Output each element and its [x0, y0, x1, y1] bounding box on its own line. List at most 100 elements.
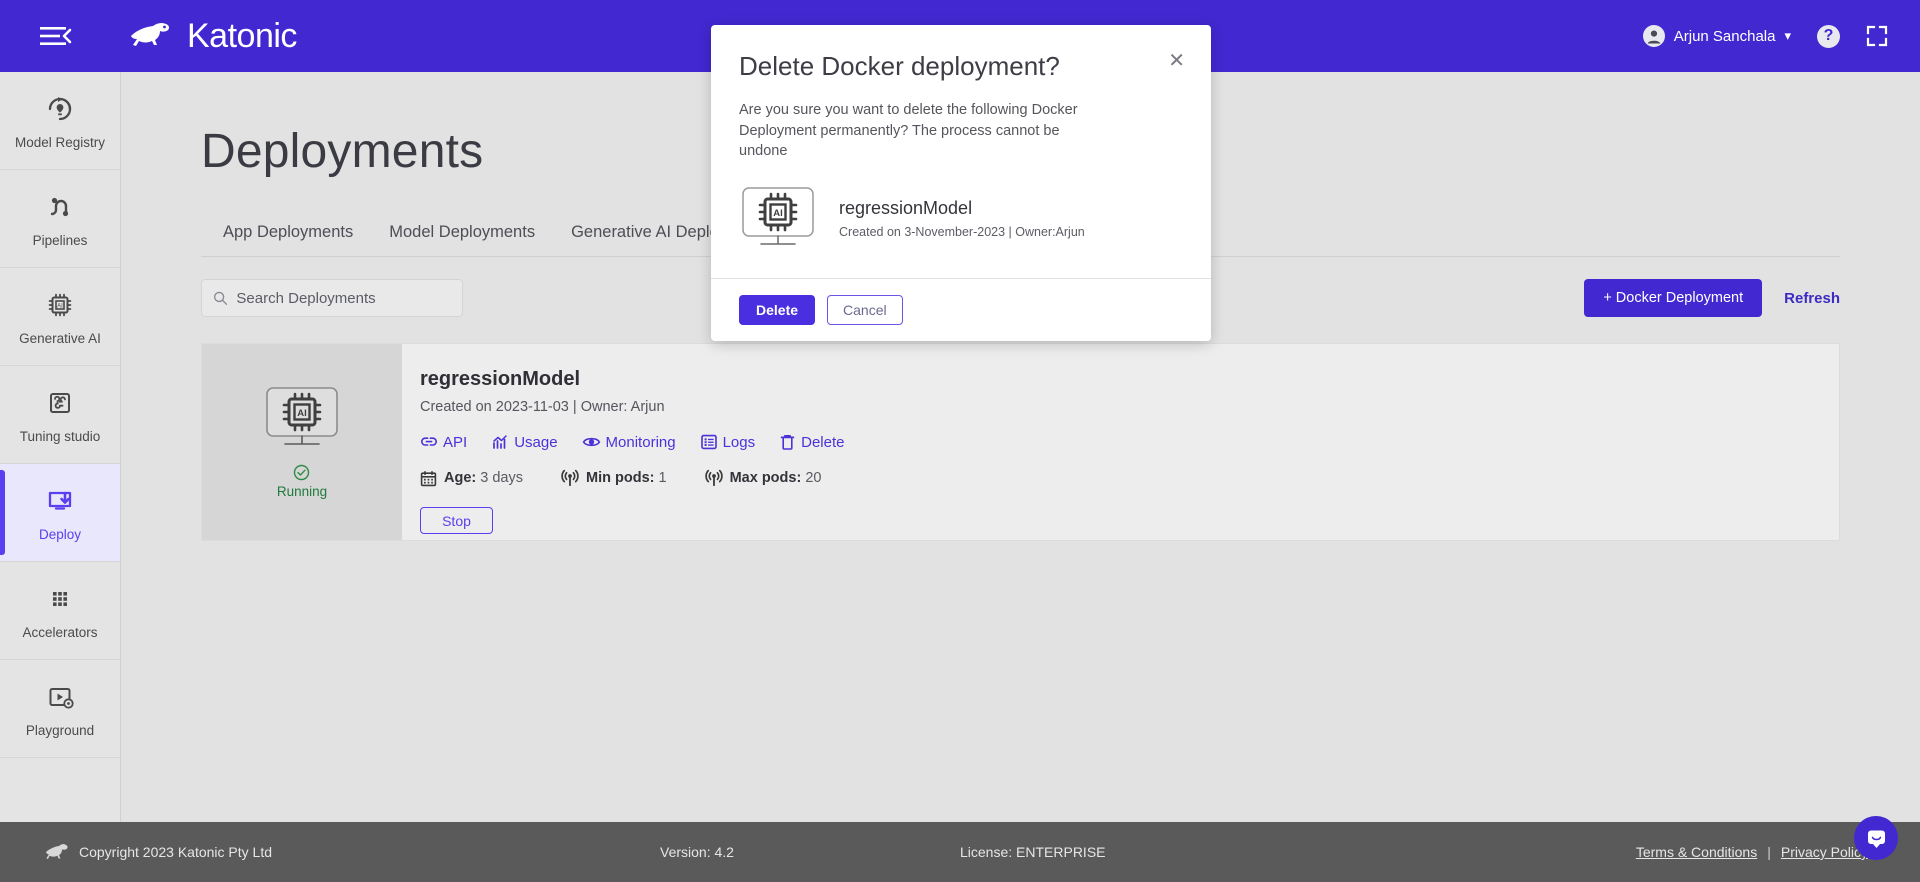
api-action-link[interactable]: API: [420, 433, 467, 451]
modal-item-name: regressionModel: [839, 198, 973, 219]
delete-deployment-modal: Delete Docker deployment? ✕ Are you sure…: [711, 25, 1211, 341]
deployment-subtitle: Created on 2023-11-03 | Owner: Arjun: [420, 399, 665, 415]
refresh-button[interactable]: Refresh: [1784, 290, 1840, 307]
footer-links: Terms & Conditions | Privacy Policy: [1636, 844, 1868, 860]
chevron-down-icon: ▾: [1784, 28, 1791, 43]
kangaroo-logo-icon: [46, 844, 68, 859]
sidebar: Model Registry Pipelines AI Generative A…: [0, 72, 121, 822]
pods-icon: [704, 469, 723, 487]
check-circle-icon: [294, 464, 310, 480]
calendar-icon: [420, 470, 437, 486]
svg-text:AI: AI: [297, 408, 307, 419]
footer-separator: |: [1767, 844, 1771, 860]
footer-version: Version: 4.2: [660, 844, 734, 860]
sidebar-item-playground[interactable]: Playground: [0, 660, 120, 758]
deploy-icon: [43, 484, 77, 518]
deployment-card: AI Running regressionModel Created on 20…: [201, 343, 1840, 541]
sidebar-item-label: Deploy: [38, 526, 82, 542]
account-icon: [1643, 26, 1664, 46]
deployment-meta: Age: 3 days Min pods: 1 Max pods: 20: [420, 469, 1839, 487]
toolbar-actions: + Docker Deployment Refresh: [1584, 279, 1840, 317]
chat-widget-button[interactable]: [1854, 816, 1898, 860]
monitoring-action-link[interactable]: Monitoring: [582, 433, 676, 451]
chat-bubble-icon: [1867, 830, 1885, 848]
age-meta: Age: 3 days: [420, 470, 523, 487]
svg-text:AI: AI: [773, 208, 783, 219]
footer-license: License: ENTERPRISE: [960, 844, 1106, 860]
logs-action-link[interactable]: Logs: [700, 433, 756, 451]
sidebar-item-accelerators[interactable]: Accelerators: [0, 562, 120, 660]
status-label: Running: [276, 483, 328, 499]
search-input[interactable]: [236, 289, 451, 307]
playground-icon: [43, 680, 77, 714]
deployment-details: regressionModel Created on 2023-11-03 | …: [402, 344, 1839, 540]
modal-header: Delete Docker deployment? ✕: [711, 25, 1211, 82]
sidebar-item-model-registry[interactable]: Model Registry: [0, 72, 120, 170]
sidebar-item-label: Playground: [25, 722, 95, 738]
confirm-delete-button[interactable]: Delete: [739, 294, 816, 325]
search-box[interactable]: [201, 279, 463, 317]
action-label: Usage: [514, 433, 558, 451]
sidebar-item-label: Pipelines: [32, 232, 88, 248]
tab-app-deployments[interactable]: App Deployments: [205, 213, 371, 256]
modal-thumbnail: AI: [739, 186, 817, 252]
max-pods-meta: Max pods: 20: [704, 469, 822, 487]
deployment-name: regressionModel: [420, 368, 581, 390]
modal-item-meta: Created on 3-November-2023 | Owner:Arjun: [839, 225, 1085, 240]
terms-link[interactable]: Terms & Conditions: [1636, 844, 1757, 860]
sidebar-item-label: Model Registry: [14, 134, 106, 150]
help-button[interactable]: ?: [1817, 24, 1840, 48]
avatar: [1642, 25, 1665, 47]
link-icon: [421, 437, 437, 446]
brand-name: Katonic: [187, 16, 297, 55]
close-icon[interactable]: ✕: [1168, 51, 1185, 71]
deployment-actions: API Usage Monitoring Logs Delete: [420, 433, 1839, 451]
modal-footer: Delete Cancel: [711, 277, 1211, 341]
hamburger-icon: [40, 27, 72, 45]
meta-label: Age:: [444, 470, 477, 486]
kangaroo-logo-icon: [131, 22, 170, 46]
app-root: Katonic Arjun Sanchala ▾ ? Model Registr…: [0, 0, 1920, 882]
modal-title: Delete Docker deployment?: [739, 51, 1060, 81]
add-docker-deployment-button[interactable]: + Docker Deployment: [1584, 279, 1763, 317]
sidebar-item-tuning-studio[interactable]: Tuning studio: [0, 366, 120, 464]
modal-description: Are you sure you want to delete the foll…: [739, 102, 1078, 160]
action-label: Delete: [801, 433, 845, 451]
pipelines-icon: [43, 190, 77, 224]
meta-value: 3 days: [480, 470, 523, 486]
fullscreen-button[interactable]: [1866, 25, 1888, 47]
chart-icon: [493, 435, 507, 449]
svg-text:AI: AI: [57, 303, 63, 309]
deployment-thumbnail: AI Running: [202, 344, 402, 540]
action-label: Monitoring: [605, 433, 676, 451]
user-menu-button[interactable]: Arjun Sanchala ▾: [1642, 25, 1791, 47]
ai-chip-monitor-icon: AI: [742, 186, 814, 245]
action-label: Logs: [722, 433, 756, 451]
sidebar-item-label: Tuning studio: [19, 428, 101, 444]
search-icon: [213, 291, 228, 305]
meta-value: 20: [805, 470, 822, 486]
delete-action-link[interactable]: Delete: [779, 433, 844, 451]
model-registry-icon: [43, 92, 77, 126]
menu-toggle-button[interactable]: [40, 24, 74, 48]
footer: Copyright 2023 Katonic Pty Ltd Version: …: [0, 822, 1920, 882]
sidebar-item-label: Accelerators: [22, 624, 98, 640]
sidebar-item-deploy[interactable]: Deploy: [0, 464, 120, 562]
tab-model-deployments[interactable]: Model Deployments: [371, 213, 553, 256]
footer-copyright-text: Copyright 2023 Katonic Pty Ltd: [79, 844, 273, 860]
brand-logo[interactable]: Katonic: [127, 17, 297, 56]
meta-label: Min pods:: [586, 470, 655, 486]
status-badge: Running: [277, 464, 327, 499]
modal-deployment-item: AI regressionModel Created on 3-November…: [711, 162, 1211, 278]
cancel-button[interactable]: Cancel: [827, 294, 903, 325]
meta-label: Max pods:: [729, 470, 802, 486]
sidebar-item-pipelines[interactable]: Pipelines: [0, 170, 120, 268]
sidebar-item-generative-ai[interactable]: AI Generative AI: [0, 268, 120, 366]
sidebar-item-label: Generative AI: [19, 330, 101, 346]
action-label: API: [443, 433, 468, 451]
stop-button[interactable]: Stop: [420, 507, 493, 534]
accelerators-icon: [43, 582, 77, 616]
ai-chip-monitor-icon: AI: [266, 386, 338, 445]
generative-ai-icon: AI: [43, 288, 77, 322]
usage-action-link[interactable]: Usage: [491, 433, 558, 451]
